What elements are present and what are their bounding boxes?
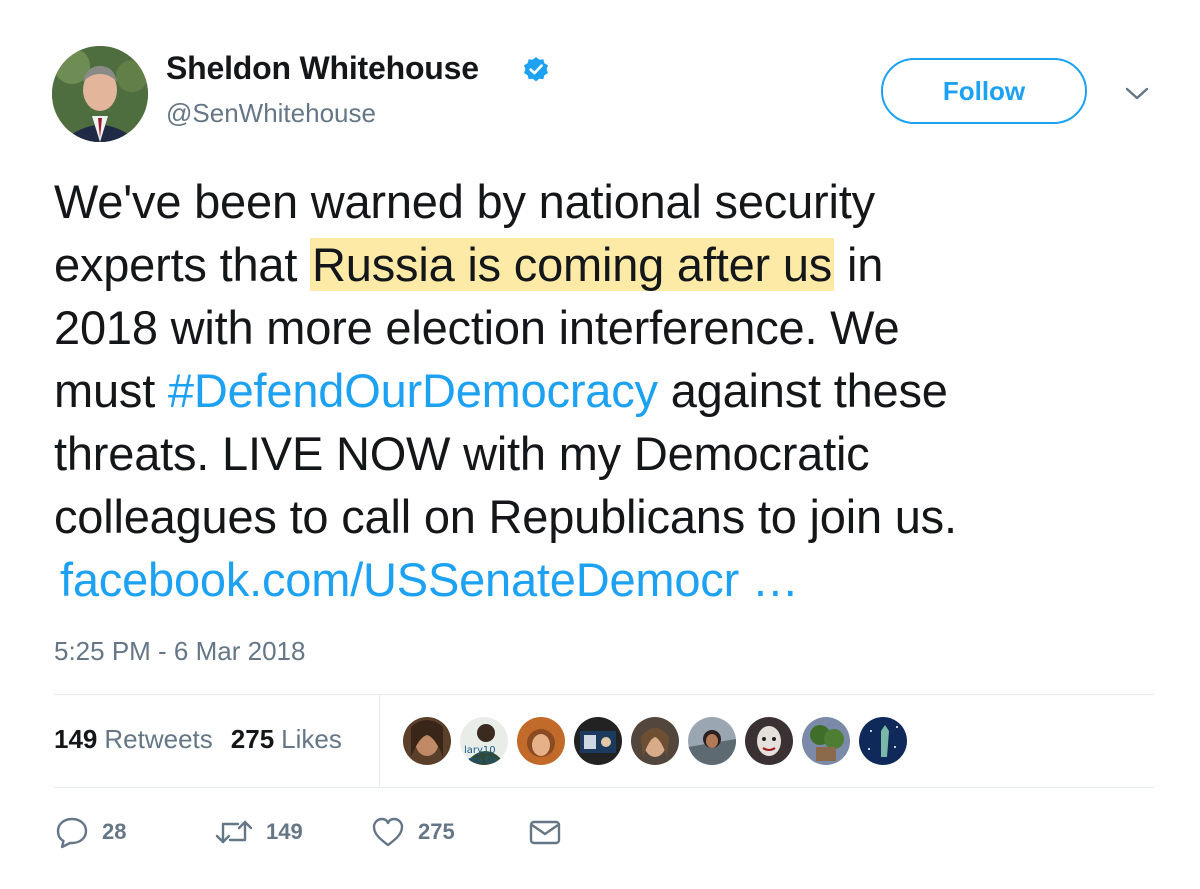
heart-icon: [372, 817, 404, 847]
hashtag-link[interactable]: #DefendOurDemocracy: [168, 364, 658, 417]
direct-message-action[interactable]: [528, 812, 562, 852]
highlighted-phrase: Russia is coming after us: [310, 238, 835, 291]
tweet-text: We've been warned by national security e…: [54, 170, 1164, 611]
divider: [54, 787, 1154, 788]
divider: [54, 694, 1154, 695]
liker-avatar[interactable]: [515, 715, 567, 767]
tweet-card: Sheldon Whitehouse @SenWhitehouse Follow…: [0, 0, 1200, 889]
author-handle[interactable]: @SenWhitehouse: [166, 98, 376, 129]
tweet-text-segment: against these: [657, 364, 948, 417]
likes-label: Likes: [281, 724, 342, 754]
liker-avatar[interactable]: [629, 715, 681, 767]
likes-count: 275: [230, 724, 275, 754]
like-count: 275: [418, 819, 455, 844]
retweet-icon: [215, 820, 253, 844]
tweet-line: colleagues to call on Republicans to joi…: [54, 490, 957, 543]
tweet-line: We've been warned by national security: [54, 175, 875, 228]
liker-avatar[interactable]: [572, 715, 624, 767]
reply-icon: [56, 817, 88, 849]
external-link[interactable]: facebook.com/USSenateDemocr …: [60, 553, 799, 606]
retweets-label: Retweets: [104, 724, 213, 754]
liker-avatar[interactable]: [800, 715, 852, 767]
tweet-text-segment: must: [54, 364, 168, 417]
envelope-icon: [529, 820, 561, 845]
follow-button[interactable]: Follow: [881, 58, 1087, 124]
liker-avatar[interactable]: [401, 715, 453, 767]
svg-text:lary10: lary10: [464, 745, 496, 756]
retweet-action[interactable]: 149: [214, 812, 303, 852]
tweet-stats: 149 Retweets 275 Likes: [54, 724, 342, 755]
reply-count: 28: [102, 819, 127, 844]
tweet-text-segment: experts that: [54, 238, 311, 291]
liker-avatar[interactable]: [686, 715, 738, 767]
reply-action[interactable]: 28: [54, 812, 126, 852]
tweet-line: threats. LIVE NOW with my Democratic: [54, 427, 870, 480]
stats-divider: [379, 695, 380, 787]
author-display-name[interactable]: Sheldon Whitehouse: [166, 50, 479, 87]
tweet-line: 2018 with more election interference. We: [54, 301, 900, 354]
tweet-text-segment: in: [834, 238, 884, 291]
tweet-line: experts that Russia is coming after us i…: [54, 233, 1164, 296]
liker-avatar[interactable]: [857, 715, 909, 767]
svg-text:ma Da: ma Da: [468, 756, 498, 765]
tweet-line: facebook.com/USSenateDemocr …: [54, 548, 1164, 611]
like-action[interactable]: 275: [370, 812, 455, 852]
tweet-timestamp[interactable]: 5:25 PM - 6 Mar 2018: [54, 636, 305, 667]
retweets-stat[interactable]: 149 Retweets: [54, 724, 213, 755]
author-avatar[interactable]: [52, 46, 148, 142]
retweets-count: 149: [54, 724, 98, 754]
likes-stat[interactable]: 275 Likes: [231, 724, 342, 755]
liker-avatar[interactable]: [743, 715, 795, 767]
verified-badge-icon: [524, 57, 548, 82]
tweet-line: must #DefendOurDemocracy against these: [54, 359, 1164, 422]
chevron-down-icon[interactable]: [1124, 84, 1150, 104]
liker-avatar[interactable]: lary10 ma Da: [458, 715, 510, 767]
retweet-count: 149: [266, 819, 303, 844]
